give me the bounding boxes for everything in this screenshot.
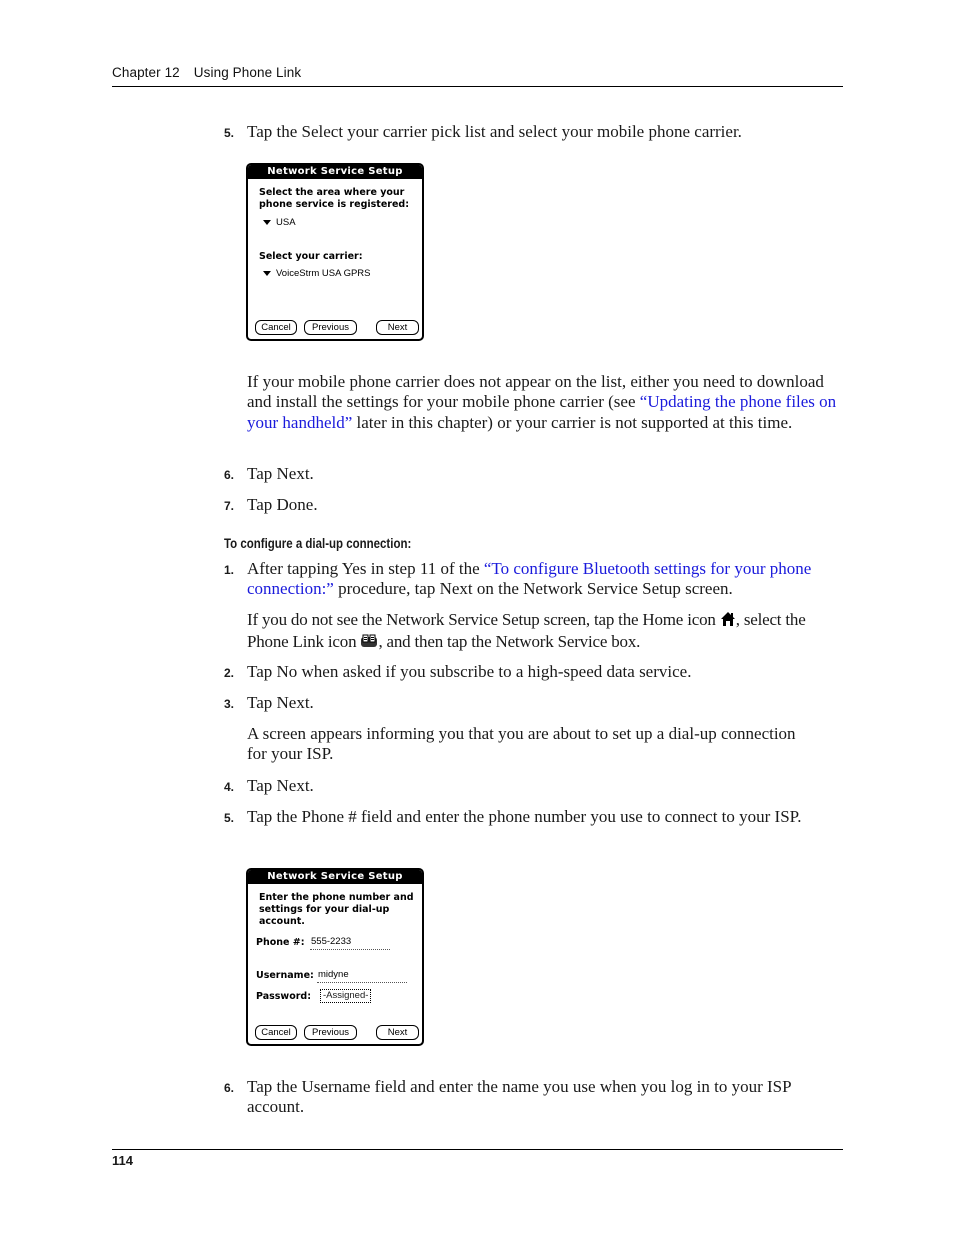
note-text-end: , and then tap the Network Service box. [378, 632, 641, 652]
carrier-picklist[interactable]: VoiceStrm USA GPRS [263, 268, 371, 279]
previous-button[interactable]: Previous [304, 1025, 357, 1040]
screen-title: Network Service Setup [248, 165, 422, 179]
step-number: 7. [224, 499, 235, 513]
area-label: Select the area where your phone service… [259, 187, 409, 211]
username-label: Username: [256, 970, 314, 981]
username-field-value: midyne [318, 969, 349, 980]
step-text-end: procedure, tap Next on the Network Servi… [333, 579, 733, 598]
step-number: 5. [224, 811, 235, 825]
screen-title: Network Service Setup [248, 870, 422, 884]
step-number: 6. [224, 468, 235, 482]
step-text: Tap the Select your carrier pick list an… [247, 122, 742, 141]
procedure-heading: To configure a dial-up connection: [224, 535, 412, 551]
carrier-value: VoiceStrm USA GPRS [276, 268, 371, 279]
intro-text: Enter the phone number and settings for … [259, 892, 414, 928]
step-7-done: 7. Tap Done. [224, 495, 844, 515]
phone-field-value: 555-2233 [311, 936, 352, 947]
cancel-button[interactable]: Cancel [255, 1025, 297, 1040]
next-button[interactable]: Next [376, 320, 419, 335]
triangle-down-icon [263, 219, 271, 225]
area-picklist[interactable]: USA [263, 217, 296, 228]
triangle-down-icon [263, 270, 271, 276]
step-text: Tap the Phone # field and enter the phon… [247, 807, 802, 826]
header-rule [112, 86, 843, 87]
home-icon [720, 611, 736, 632]
step-number: 6. [224, 1081, 235, 1095]
step-3-next: 3. Tap Next. [224, 693, 844, 713]
cancel-button[interactable]: Cancel [255, 320, 297, 335]
note-text: If you do not see the Network Service Se… [247, 610, 720, 629]
step-5-carrier: 5. Tap the Select your carrier pick list… [224, 122, 844, 142]
area-value: USA [276, 217, 296, 228]
step-text: Tap Next. [247, 693, 314, 712]
password-label: Password: [256, 991, 312, 1002]
note-text-end: later in this chapter) or your carrier i… [352, 412, 793, 432]
step-1-note: If you do not see the Network Service Se… [247, 610, 847, 655]
phone-field[interactable] [310, 948, 390, 950]
step-text: After tapping Yes in step 11 of the “To … [247, 559, 844, 599]
step-number: 5. [224, 126, 235, 140]
step-text-start: After tapping Yes in step 11 of the [247, 559, 484, 578]
step-number: 1. [224, 563, 235, 577]
footer-rule [112, 1149, 843, 1150]
step-text: Tap Next. [247, 776, 314, 795]
previous-button[interactable]: Previous [304, 320, 357, 335]
next-button[interactable]: Next [376, 1025, 419, 1040]
step-3-note: A screen appears informing you that you … [247, 724, 796, 764]
step-6-next: 6. Tap Next. [224, 464, 844, 484]
intro-line1: Enter the phone number and [259, 892, 414, 903]
step-2-tap-no: 2. Tap No when asked if you subscribe to… [224, 662, 844, 682]
area-label-line1: Select the area where your [259, 187, 405, 198]
carrier-label: Select your carrier: [259, 251, 363, 262]
step-1-after-yes: 1. After tapping Yes in step 11 of the “… [224, 559, 844, 599]
step-5-phone-field: 5. Tap the Phone # field and enter the p… [224, 807, 814, 827]
step-text: Tap Next. [247, 464, 314, 483]
step-text: Tap Done. [247, 495, 318, 514]
running-header: Chapter 12 Using Phone Link [112, 65, 301, 80]
page-number: 114 [112, 1153, 133, 1168]
intro-line2: settings for your dial-up [259, 904, 390, 915]
step-6-username-field: 6. Tap the Username field and enter the … [224, 1077, 844, 1117]
step-text: Tap No when asked if you subscribe to a … [247, 662, 692, 681]
intro-line3: account. [259, 916, 305, 927]
password-field[interactable]: -Assigned- [320, 989, 372, 1003]
step-number: 3. [224, 697, 235, 711]
step-4-next: 4. Tap Next. [224, 776, 844, 796]
phone-link-icon [360, 634, 378, 654]
username-field[interactable] [317, 981, 407, 983]
phone-label: Phone #: [256, 937, 305, 948]
palm-screen-carrier: Network Service Setup Select the area wh… [246, 163, 424, 341]
step-number: 2. [224, 666, 235, 680]
chapter-number: Chapter 12 [112, 65, 180, 80]
area-label-line2: phone service is registered: [259, 199, 409, 210]
chapter-title: Using Phone Link [193, 65, 302, 80]
step-number: 4. [224, 780, 235, 794]
palm-screen-dialup: Network Service Setup Enter the phone nu… [246, 868, 424, 1046]
step-text: Tap the Username field and enter the nam… [247, 1077, 791, 1116]
carrier-not-listed-note: If your mobile phone carrier does not ap… [247, 372, 847, 433]
